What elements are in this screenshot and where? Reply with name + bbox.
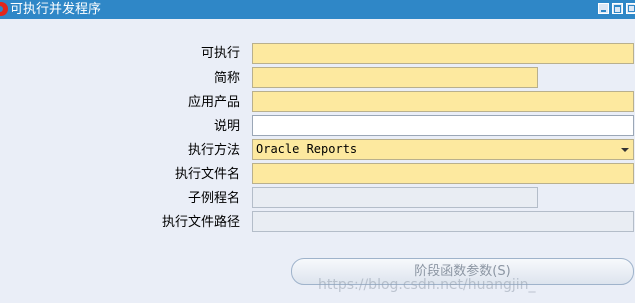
short-name-label: 简称 bbox=[213, 71, 240, 86]
execution-file-name-label: 执行文件名 bbox=[174, 167, 240, 182]
execution-method-select[interactable]: Oracle Reports bbox=[252, 139, 634, 160]
short-name-field[interactable] bbox=[252, 67, 538, 88]
minimize-icon[interactable] bbox=[598, 3, 609, 14]
watermark: https://blog.csdn.net/huangjin_ bbox=[318, 277, 536, 293]
execution-file-path-label: 执行文件路径 bbox=[161, 215, 240, 230]
subroutine-name-label: 子例程名 bbox=[187, 191, 240, 206]
oracle-logo-icon bbox=[0, 2, 8, 16]
maximize-icon[interactable] bbox=[612, 3, 623, 14]
description-field[interactable] bbox=[252, 115, 634, 136]
title-bar: 可执行并发程序 bbox=[0, 0, 635, 19]
execution-file-name-field[interactable] bbox=[252, 163, 634, 184]
window-title: 可执行并发程序 bbox=[10, 2, 102, 17]
subroutine-name-field[interactable] bbox=[252, 187, 538, 208]
close-icon[interactable] bbox=[626, 3, 635, 14]
application-label: 应用产品 bbox=[187, 95, 240, 110]
chevron-down-icon[interactable] bbox=[618, 141, 632, 158]
execution-file-path-field[interactable] bbox=[252, 211, 634, 232]
description-label: 说明 bbox=[213, 119, 240, 134]
execution-method-label: 执行方法 bbox=[187, 143, 240, 158]
executable-label: 可执行 bbox=[200, 46, 240, 61]
executable-field[interactable] bbox=[252, 43, 634, 64]
execution-method-value: Oracle Reports bbox=[256, 142, 358, 156]
application-field[interactable] bbox=[252, 91, 634, 112]
